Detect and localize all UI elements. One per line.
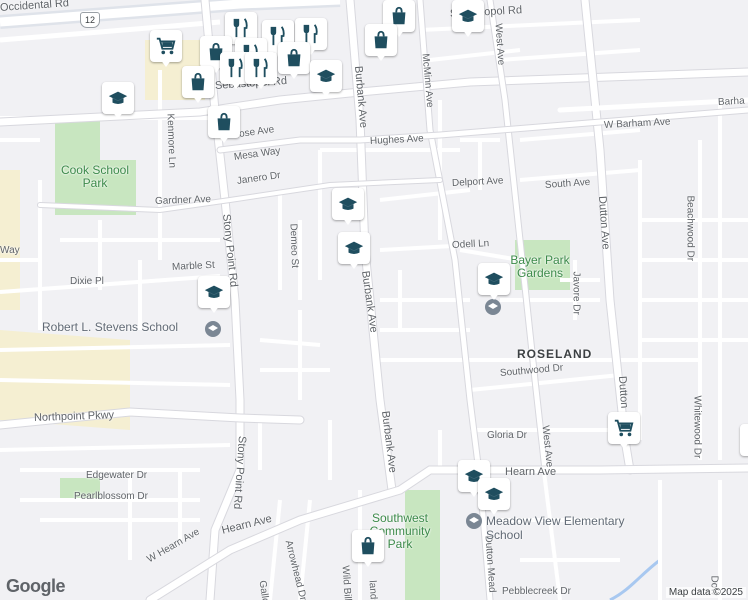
food-pin-icon[interactable]	[245, 52, 277, 92]
label-marble-st: Marble St	[171, 259, 216, 273]
google-logo: Google	[6, 576, 66, 596]
shop-pin-icon[interactable]	[740, 424, 748, 464]
label-pebblecreek-dr: Pebblecreek Dr	[502, 586, 571, 597]
shop-pin-icon[interactable]	[352, 530, 384, 570]
cart-pin-icon[interactable]	[608, 412, 640, 452]
label-gloria-dr: Gloria Dr	[487, 430, 528, 441]
school-pin-icon[interactable]	[102, 82, 134, 122]
label-robert-l-stevens-school[interactable]: Robert L. Stevens School	[42, 320, 178, 334]
shop-pin-icon[interactable]	[365, 24, 397, 64]
label-beachwood-dr: Beachwood Dr	[684, 195, 696, 262]
label-edgewater-dr: Edgewater Dr	[86, 470, 148, 481]
school-marker-icon	[205, 321, 221, 337]
school-pin-icon[interactable]	[332, 188, 364, 228]
label-lands: lands	[366, 580, 380, 600]
label-bayer-park-gardens[interactable]: Bayer Park Gardens	[500, 254, 580, 280]
label-meadow-view-elementary-school[interactable]: Meadow View Elementary School	[486, 514, 626, 542]
label-gardner-ave: Gardner Ave	[154, 194, 212, 207]
school-pin-icon[interactable]	[478, 478, 510, 518]
label-dutton-ave-south: Dutton	[616, 375, 631, 409]
shop-pin-icon[interactable]	[278, 42, 310, 82]
school-pin-icon[interactable]	[198, 276, 230, 316]
route-12-shield: 12	[80, 12, 100, 28]
label-pearlblossom-dr: Pearlblossom Dr	[74, 491, 148, 502]
map-attribution[interactable]: Map data ©2025	[665, 587, 746, 598]
label-way: Way	[0, 245, 20, 256]
school-pin-icon[interactable]	[338, 232, 370, 272]
shop-pin-icon[interactable]	[208, 106, 240, 146]
label-demeo-st: Demeo St	[287, 223, 301, 269]
map-canvas[interactable]: Occidental Rd 12 Sebastopol Rd Sebastopo…	[0, 0, 748, 600]
label-roseland: ROSELAND	[517, 347, 593, 361]
label-dixie-pl: Dixie Pl	[70, 276, 104, 287]
school-pin-icon[interactable]	[452, 0, 484, 40]
school-pin-icon[interactable]	[310, 60, 342, 100]
label-kenmore-ln: Kenmore Ln	[164, 113, 178, 169]
school-pin-icon[interactable]	[478, 263, 510, 303]
shop-pin-icon[interactable]	[182, 66, 214, 106]
cart-pin-icon[interactable]	[150, 30, 182, 70]
label-hearn-ave-east: Hearn Ave	[505, 466, 557, 478]
label-cook-school-park[interactable]: Cook School Park	[58, 164, 132, 190]
label-odell-ln: Odell Ln	[451, 238, 490, 251]
label-barham: Barha	[717, 95, 745, 108]
label-whitewood-dr: Whitewood Dr	[691, 395, 703, 459]
